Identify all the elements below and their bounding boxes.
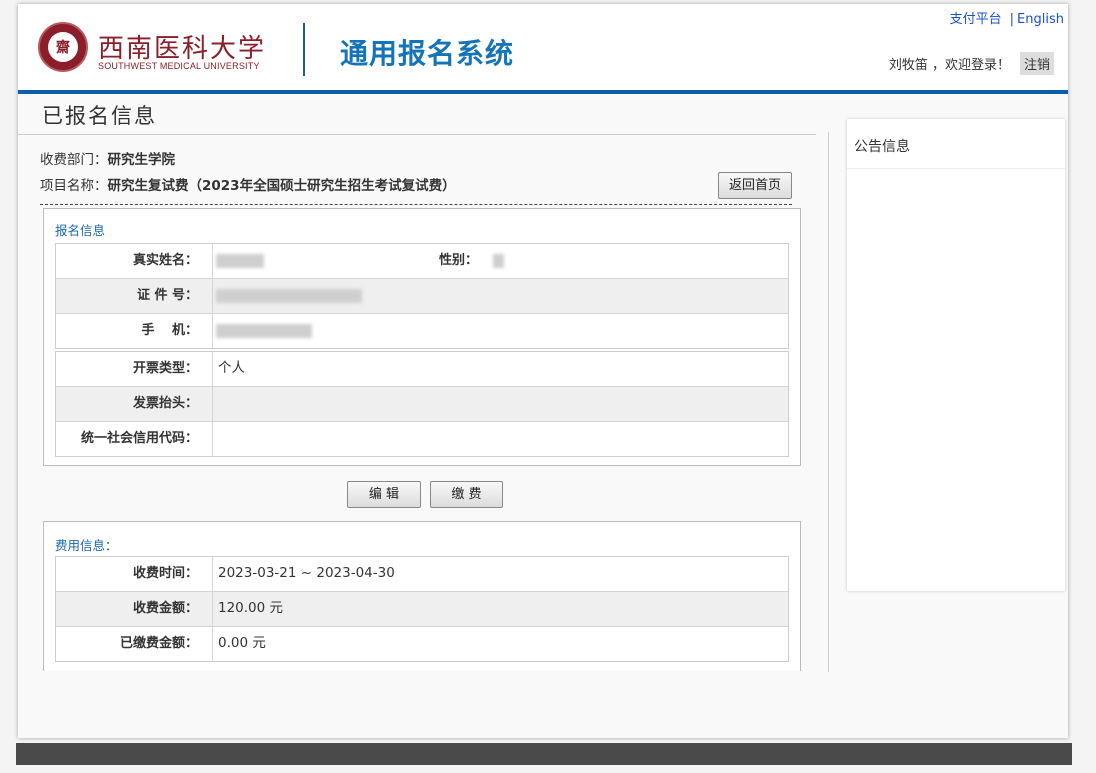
page-title: 已报名信息 [42,104,157,128]
project-value: 研究生复试费（2023年全国硕士研究生招生考试复试费） [107,178,456,194]
edit-button[interactable]: 编 辑 [347,481,421,508]
user-greeting: 刘牧笛 ，欢迎登录！ [888,58,1010,73]
system-title: 通用报名系统 [340,37,515,70]
registration-title: 报名信息 [55,223,106,238]
invoice-title-label: 发票抬头： [56,387,213,421]
column-divider [828,132,829,672]
project-line: 项目名称：研究生复试费（2023年全国硕士研究生招生考试复试费） [40,174,456,194]
logo-english-name: SOUTHWEST MEDICAL UNIVERSITY [98,61,260,71]
table-row: 收费金额： 120.00 元 [56,592,788,627]
project-label: 项目名称： [40,178,108,194]
invoice-info-table: 开票类型： 个人 发票抬头： 统一社会信用代码： [55,351,789,457]
title-divider [18,134,816,135]
invoice-type-value: 个人 [218,360,245,376]
pay-button[interactable]: 缴 费 [430,481,503,508]
table-row: 已缴费金额： 0.00 元 [56,627,788,661]
pay-platform-link[interactable]: 支付平台 [950,12,1002,27]
id-label: 证 件 号： [56,279,213,313]
name-label: 真实姓名： [56,244,213,278]
personal-info-table: 真实姓名： 性别： 证 件 号： 手 机： [55,243,789,349]
footer-bar [16,743,1072,765]
dept-label: 收费部门： [40,152,108,168]
phone-label: 手 机： [56,314,213,348]
notice-divider [847,168,1065,169]
dashed-divider [40,204,792,205]
page-container: 齋 西南医科大学 SOUTHWEST MEDICAL UNIVERSITY 通用… [18,4,1068,738]
phone-value [213,314,788,348]
logo-chinese-name: 西南医科大学 [98,34,267,64]
fee-amount-label: 收费金额： [56,592,213,626]
back-home-button[interactable]: 返回首页 [718,172,792,199]
english-link[interactable]: English [1017,12,1064,27]
fee-amount-value: 120.00 元 [218,600,284,616]
credit-code-label: 统一社会信用代码： [56,422,213,456]
notice-title: 公告信息 [854,139,910,155]
notice-panel: 公告信息 [847,119,1065,591]
table-row: 开票类型： 个人 [56,352,788,387]
invoice-title-value [213,387,788,421]
fee-panel: 费用信息： 收费时间： 2023-03-21 ~ 2023-04-30 收费金额… [43,521,801,671]
name-value: 性别： [213,244,788,278]
paid-amount-label: 已缴费金额： [56,627,213,661]
top-links: 支付平台 | English [950,8,1064,27]
fee-time-label: 收费时间： [56,557,213,591]
table-row: 发票抬头： [56,387,788,422]
dept-value: 研究生学院 [107,152,176,168]
redacted-phone [216,324,312,338]
table-row: 收费时间： 2023-03-21 ~ 2023-04-30 [56,557,788,592]
table-row: 手 机： [56,314,788,348]
registration-panel: 报名信息 真实姓名： 性别： 证 件 号： 手 机： 开票类型： 个人 发票抬头… [43,208,801,466]
credit-code-value [213,422,788,456]
invoice-type-label: 开票类型： [56,352,213,386]
university-seal-icon: 齋 [38,22,88,72]
main-content: 已报名信息 收费部门：研究生学院 项目名称：研究生复试费（2023年全国硕士研究… [18,94,1068,738]
fee-time-value: 2023-03-21 ~ 2023-04-30 [218,565,395,581]
fee-title: 费用信息： [55,538,118,553]
logout-button[interactable]: 注销 [1019,52,1054,75]
redacted-gender [493,254,504,268]
link-separator: | [1009,12,1015,27]
table-row: 证 件 号： [56,279,788,314]
dept-line: 收费部门：研究生学院 [40,148,175,168]
table-row: 统一社会信用代码： [56,422,788,456]
site-header: 齋 西南医科大学 SOUTHWEST MEDICAL UNIVERSITY 通用… [18,4,1068,94]
redacted-id [216,289,362,303]
gender-label: 性别： [439,253,479,268]
redacted-name [216,254,264,268]
table-row: 真实姓名： 性别： [56,244,788,279]
id-value [213,279,788,313]
paid-amount-value: 0.00 元 [218,635,266,651]
fee-table: 收费时间： 2023-03-21 ~ 2023-04-30 收费金额： 120.… [55,556,789,662]
header-divider [303,23,305,76]
